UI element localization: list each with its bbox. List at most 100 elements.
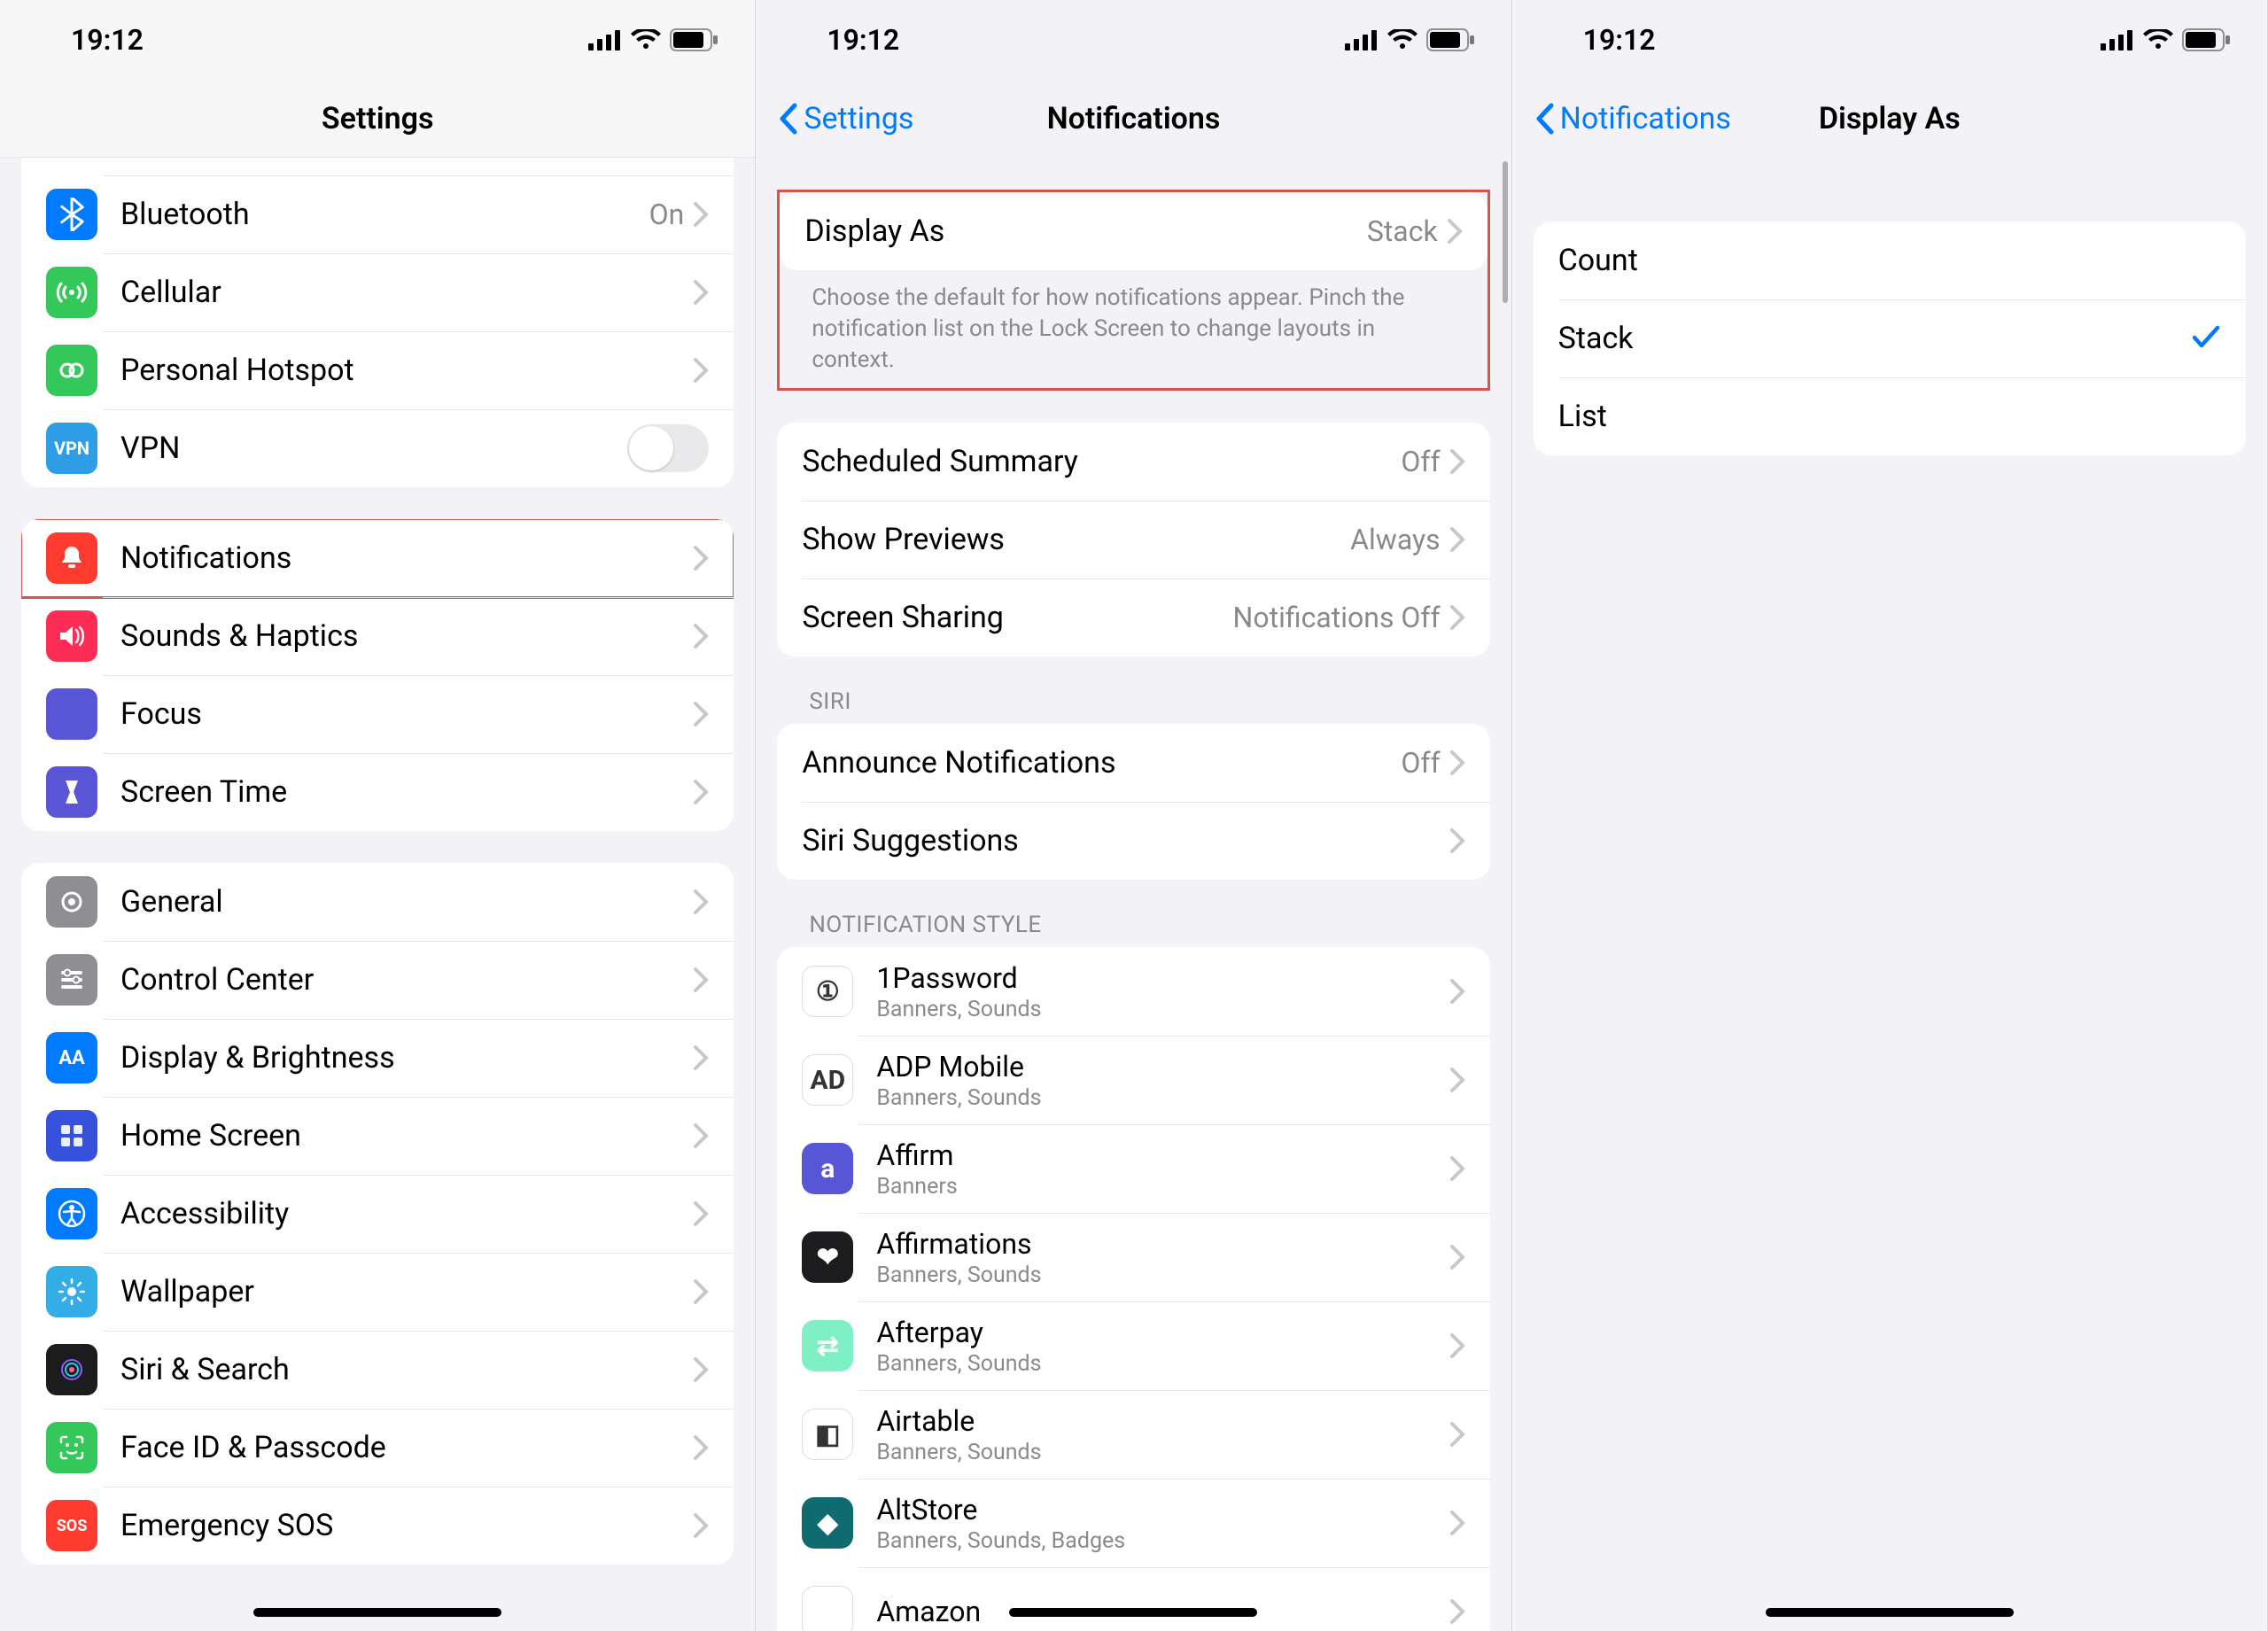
- chevron-right-icon: [693, 1278, 709, 1305]
- row-faceid[interactable]: Face ID & Passcode: [21, 1409, 734, 1487]
- row-app[interactable]: ◆AltStoreBanners, Sounds, Badges: [777, 1479, 1489, 1567]
- chevron-right-icon: [1449, 1067, 1465, 1093]
- hotspot-icon: [46, 345, 97, 396]
- group-general: General Control Center AA Display & Brig…: [21, 863, 734, 1565]
- row-app[interactable]: ◧AirtableBanners, Sounds: [777, 1390, 1489, 1479]
- row-label: Siri Suggestions: [802, 823, 1449, 858]
- row-notifications[interactable]: Notifications: [21, 519, 734, 597]
- back-button[interactable]: Notifications: [1534, 101, 1731, 136]
- row-home-screen[interactable]: Home Screen: [21, 1097, 734, 1175]
- row-wallpaper[interactable]: Wallpaper: [21, 1253, 734, 1331]
- row-sos[interactable]: SOS Emergency SOS: [21, 1487, 734, 1565]
- row-siri-suggestions[interactable]: Siri Suggestions: [777, 802, 1489, 880]
- app-sub: Banners: [876, 1174, 1449, 1200]
- row-cut[interactable]: [21, 158, 734, 175]
- status-icons: [588, 28, 719, 51]
- row-control-center[interactable]: Control Center: [21, 941, 734, 1019]
- accessibility-icon: [46, 1188, 97, 1239]
- row-app[interactable]: ❤AffirmationsBanners, Sounds: [777, 1213, 1489, 1301]
- row-value: On: [649, 198, 685, 231]
- row-siri[interactable]: Siri & Search: [21, 1331, 734, 1409]
- row-hotspot[interactable]: Personal Hotspot: [21, 331, 734, 409]
- chevron-right-icon: [1449, 827, 1465, 854]
- row-display[interactable]: AA Display & Brightness: [21, 1019, 734, 1097]
- battery-icon: [2182, 28, 2232, 51]
- row-label: Display & Brightness: [120, 1040, 693, 1076]
- row-focus[interactable]: Focus: [21, 675, 734, 753]
- status-bar: 19:12: [0, 0, 755, 80]
- home-indicator: [1009, 1608, 1257, 1617]
- app-name: Airtable: [876, 1404, 1449, 1438]
- chevron-right-icon: [1449, 1421, 1465, 1448]
- scroll-area[interactable]: Bluetooth On Cellular Personal Hotspot V…: [0, 158, 755, 1631]
- back-button[interactable]: Settings: [777, 101, 913, 136]
- row-app[interactable]: Amazon: [777, 1567, 1489, 1631]
- battery-icon: [670, 28, 719, 51]
- chevron-right-icon: [1449, 448, 1465, 475]
- row-scheduled-summary[interactable]: Scheduled Summary Off: [777, 423, 1489, 501]
- row-announce[interactable]: Announce Notifications Off: [777, 724, 1489, 802]
- row-show-previews[interactable]: Show Previews Always: [777, 501, 1489, 579]
- status-time: 19:12: [827, 23, 899, 57]
- back-label: Settings: [804, 101, 913, 136]
- vpn-toggle[interactable]: [627, 424, 709, 472]
- style-header: NOTIFICATION STYLE: [777, 880, 1489, 947]
- scroll-area[interactable]: Display As Stack Choose the default for …: [756, 158, 1511, 1631]
- row-label: Wallpaper: [120, 1274, 693, 1309]
- chevron-right-icon: [693, 1200, 709, 1227]
- row-value: Off: [1401, 445, 1440, 478]
- chevron-right-icon: [1447, 218, 1463, 245]
- row-general[interactable]: General: [21, 863, 734, 941]
- app-icon: AD: [802, 1054, 853, 1106]
- row-cellular[interactable]: Cellular: [21, 253, 734, 331]
- siri-icon: [46, 1344, 97, 1395]
- row-screen-sharing[interactable]: Screen Sharing Notifications Off: [777, 579, 1489, 656]
- option-row[interactable]: List: [1534, 377, 2246, 455]
- chevron-right-icon: [693, 201, 709, 228]
- group-siri: Announce Notifications Off Siri Suggesti…: [777, 724, 1489, 880]
- row-app[interactable]: ①1PasswordBanners, Sounds: [777, 947, 1489, 1036]
- screentime-icon: [46, 766, 97, 818]
- chevron-right-icon: [693, 279, 709, 306]
- row-label: Show Previews: [802, 522, 1350, 557]
- row-label: Sounds & Haptics: [120, 618, 693, 654]
- row-app[interactable]: ⇄AfterpayBanners, Sounds: [777, 1301, 1489, 1390]
- row-label: Display As: [804, 214, 1366, 249]
- row-display-as[interactable]: Display As Stack: [780, 192, 1487, 270]
- page-title: Settings: [0, 101, 755, 136]
- battery-icon: [1426, 28, 1476, 51]
- status-icons: [2101, 28, 2232, 51]
- app-sub: Banners, Sounds: [876, 1085, 1449, 1111]
- app-icon: ❤: [802, 1231, 853, 1283]
- row-label: General: [120, 884, 693, 920]
- chevron-right-icon: [1449, 1244, 1465, 1270]
- app-sub: Banners, Sounds: [876, 997, 1449, 1022]
- row-screentime[interactable]: Screen Time: [21, 753, 734, 831]
- chevron-right-icon: [693, 1356, 709, 1383]
- row-label: Control Center: [120, 962, 693, 998]
- row-sounds[interactable]: Sounds & Haptics: [21, 597, 734, 675]
- option-row[interactable]: Count: [1534, 221, 2246, 299]
- row-vpn[interactable]: VPN VPN: [21, 409, 734, 487]
- row-label: Cellular: [120, 275, 693, 310]
- group-apps: ①1PasswordBanners, SoundsADADP MobileBan…: [777, 947, 1489, 1631]
- chevron-right-icon: [1449, 526, 1465, 553]
- row-value: Stack: [1367, 214, 1438, 248]
- app-icon: a: [802, 1143, 853, 1194]
- row-label: Accessibility: [120, 1196, 693, 1231]
- option-row[interactable]: Stack: [1534, 299, 2246, 377]
- row-accessibility[interactable]: Accessibility: [21, 1175, 734, 1253]
- control-center-icon: [46, 954, 97, 1006]
- scroll-area[interactable]: CountStackList: [1512, 158, 2267, 1631]
- chevron-right-icon: [693, 545, 709, 571]
- row-label: Announce Notifications: [802, 745, 1401, 781]
- chevron-right-icon: [693, 1122, 709, 1149]
- home-screen-icon: [46, 1110, 97, 1161]
- row-app[interactable]: ADADP MobileBanners, Sounds: [777, 1036, 1489, 1124]
- row-bluetooth[interactable]: Bluetooth On: [21, 175, 734, 253]
- status-time: 19:12: [71, 23, 144, 57]
- scrollbar[interactable]: [1503, 161, 1508, 303]
- row-app[interactable]: aAffirmBanners: [777, 1124, 1489, 1213]
- checkmark-icon: [2191, 323, 2221, 353]
- app-icon: ①: [802, 966, 853, 1017]
